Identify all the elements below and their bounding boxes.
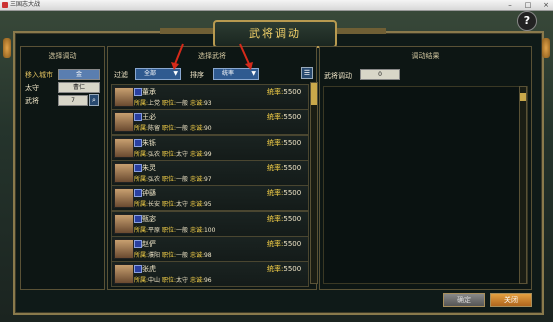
general-details: 所属:陈留 职位:一般 忠诚:90 — [134, 125, 212, 133]
faction-flag-icon — [134, 163, 142, 172]
general-row[interactable]: 钟繇 统率:5500 所属:长安 职位:太守 忠诚:95 — [111, 185, 309, 212]
general-leadership: 统率:5500 — [267, 239, 302, 248]
close-dialog-button[interactable]: 关闭 — [490, 293, 532, 307]
move-panel-title: 选择调动 — [48, 52, 77, 60]
governor-field: 曹仁 — [58, 82, 100, 93]
annotation-arrows — [171, 43, 253, 70]
general-row[interactable]: 甄宓 统率:5500 所属:平原 职位:一般 忠诚:100 — [111, 210, 309, 237]
banner-wing-right — [333, 28, 386, 34]
general-name: 甄宓 — [142, 214, 156, 223]
result-list-scrollbar[interactable] — [519, 86, 527, 284]
close-icon[interactable]: × — [541, 0, 551, 10]
help-button[interactable]: ? — [517, 11, 537, 31]
sort-label: 排序 — [190, 71, 204, 79]
general-details: 所属:濮阳 职位:一般 忠诚:98 — [134, 251, 212, 259]
general-leadership: 统率:5500 — [267, 163, 302, 172]
general-leadership: 统率:5500 — [267, 113, 302, 122]
faction-flag-icon — [134, 88, 142, 96]
general-row[interactable]: 张虎 统率:5500 所属:中山 职位:太守 忠诚:96 — [111, 261, 309, 288]
general-portrait — [114, 213, 134, 234]
general-portrait — [114, 264, 134, 285]
general-leadership: 统率:5500 — [267, 88, 302, 96]
general-details: 所属:长安 职位:太守 忠诚:95 — [134, 201, 212, 209]
general-details: 所属:弘农 职位:太守 忠诚:99 — [134, 150, 212, 158]
faction-flag-icon — [134, 239, 142, 248]
filter-select-value: 全部 — [144, 70, 157, 77]
general-portrait — [114, 112, 134, 133]
general-name: 董承 — [142, 88, 156, 96]
banner-wing-left — [160, 28, 213, 34]
result-list — [323, 86, 528, 284]
confirm-button[interactable]: 确定 — [443, 293, 485, 307]
general-name: 张虎 — [142, 265, 156, 274]
general-name: 赵俨 — [142, 239, 156, 248]
general-row[interactable]: 赵俨 统率:5500 所属:濮阳 职位:一般 忠诚:98 — [111, 235, 309, 262]
general-details: 所属:弘农 职位:一般 忠诚:97 — [134, 175, 212, 183]
transfer-label: 武将调动 — [324, 72, 352, 80]
general-portrait — [114, 188, 134, 209]
faction-flag-icon — [134, 113, 142, 122]
general-leadership: 统率:5500 — [267, 265, 302, 274]
move-city-label: 移入城市 — [25, 71, 53, 79]
general-portrait — [114, 238, 134, 259]
lantern-left-icon — [3, 38, 11, 58]
general-leadership: 统率:5500 — [267, 214, 302, 223]
general-details: 所属:中山 职位:太守 忠诚:96 — [134, 277, 212, 285]
general-row[interactable]: 朱灵 统率:5500 所属:弘农 职位:一般 忠诚:97 — [111, 159, 309, 186]
list-view-icon[interactable]: ☰ — [301, 67, 313, 79]
general-name: 钟繇 — [142, 189, 156, 198]
chevron-down-icon: ▼ — [251, 70, 256, 77]
governor-label: 太守 — [25, 84, 39, 92]
sort-select-value: 统率 — [222, 70, 235, 77]
general-row[interactable]: 朱铄 统率:5500 所属:弘农 职位:太守 忠诚:99 — [111, 134, 309, 161]
general-row[interactable]: 董承 统率:5500 所属:上党 职位:一般 忠诚:93 — [111, 84, 309, 110]
faction-flag-icon — [134, 138, 142, 147]
maximize-icon[interactable]: □ — [523, 0, 533, 10]
general-name: 王必 — [142, 113, 156, 122]
general-list-scrollbar[interactable] — [310, 82, 318, 284]
faction-flag-icon — [134, 214, 142, 223]
scrollbar-thumb[interactable] — [311, 83, 317, 105]
general-details: 所属:平原 职位:一般 忠诚:100 — [134, 226, 216, 234]
transfer-count-field: 0 — [360, 69, 400, 80]
filter-label: 过滤 — [114, 71, 128, 79]
scrollbar-thumb[interactable] — [520, 93, 526, 101]
general-portrait — [114, 137, 134, 158]
window-titlebar: 三国志大战 – □ × — [0, 0, 553, 11]
window-title: 三国志大战 — [10, 1, 41, 8]
general-leadership: 统率:5500 — [267, 138, 302, 147]
minimize-icon[interactable]: – — [505, 0, 515, 10]
general-portrait — [114, 87, 134, 107]
general-label: 武将 — [25, 97, 39, 105]
general-search-icon[interactable]: ⌕ — [89, 94, 99, 106]
chevron-down-icon: ▼ — [173, 70, 178, 77]
faction-flag-icon — [134, 265, 142, 274]
lantern-right-icon — [542, 38, 550, 58]
result-panel-title: 调动结果 — [411, 52, 440, 60]
general-row[interactable]: 王必 统率:5500 所属:陈留 职位:一般 忠诚:90 — [111, 109, 309, 136]
general-details: 所属:上党 职位:一般 忠诚:93 — [134, 100, 212, 107]
general-count-field: 7 — [58, 95, 88, 106]
faction-flag-icon — [134, 189, 142, 198]
general-name: 朱铄 — [142, 138, 156, 147]
move-city-field[interactable]: 金 — [58, 69, 100, 80]
app-icon — [2, 2, 8, 8]
general-name: 朱灵 — [142, 163, 156, 172]
general-portrait — [114, 162, 134, 183]
general-leadership: 统率:5500 — [267, 189, 302, 198]
